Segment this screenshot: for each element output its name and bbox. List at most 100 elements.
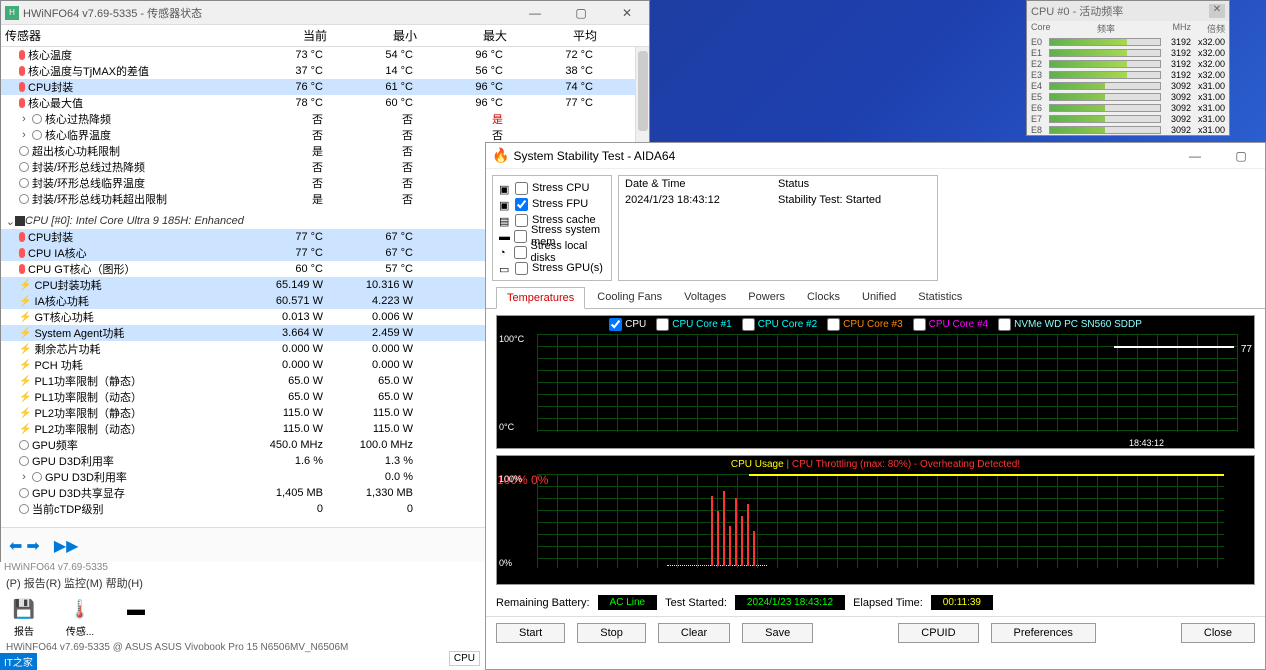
cell-current: 60.571 W bbox=[241, 295, 331, 307]
legend-checkbox[interactable] bbox=[827, 318, 840, 331]
stress-cpu-checkbox[interactable] bbox=[515, 182, 528, 195]
tab-clocks[interactable]: Clocks bbox=[797, 287, 850, 308]
minimize-button[interactable]: — bbox=[1177, 146, 1213, 166]
start-button[interactable]: Start bbox=[496, 623, 565, 643]
col-current[interactable]: 当前 bbox=[245, 27, 335, 44]
cell-current: 450.0 MHz bbox=[241, 439, 331, 451]
sensor-label: 核心最大值 bbox=[28, 95, 83, 111]
legend-checkbox[interactable] bbox=[913, 318, 926, 331]
tab-voltages[interactable]: Voltages bbox=[674, 287, 736, 308]
status-value: Stability Test: Started bbox=[778, 194, 931, 206]
fpu-icon: ▣ bbox=[499, 199, 511, 209]
sensor-row[interactable]: 核心温度 73 °C 54 °C 96 °C 72 °C bbox=[1, 47, 649, 63]
status-header: Status bbox=[778, 178, 931, 190]
legend-item[interactable]: CPU bbox=[609, 318, 646, 331]
maximize-button[interactable]: ▢ bbox=[1223, 146, 1259, 166]
sensor-label: PL1功率限制（静态） bbox=[34, 373, 142, 389]
tab-unified[interactable]: Unified bbox=[852, 287, 906, 308]
sensor-label: 剩余芯片功耗 bbox=[34, 341, 100, 357]
cell-current: 否 bbox=[241, 127, 331, 143]
nav-step-icon[interactable]: ▶▶ bbox=[54, 536, 79, 556]
tab-statistics[interactable]: Statistics bbox=[908, 287, 972, 308]
stress-disk-checkbox[interactable] bbox=[514, 246, 527, 259]
tab-powers[interactable]: Powers bbox=[738, 287, 795, 308]
freq-bar bbox=[1049, 82, 1161, 90]
col-sensor[interactable]: 传感器 bbox=[5, 27, 245, 44]
freq-bar bbox=[1049, 38, 1161, 46]
scrollbar-thumb[interactable] bbox=[638, 51, 648, 131]
legend-label: CPU Core #3 bbox=[843, 319, 902, 330]
sensor-row[interactable]: ›核心过热降频 否 否 是 bbox=[1, 111, 649, 127]
stress-cache-checkbox[interactable] bbox=[515, 214, 528, 227]
disk-icon: ◔ bbox=[499, 247, 510, 257]
stress-gpu-checkbox[interactable] bbox=[515, 262, 528, 275]
sensor-label: CPU封装 bbox=[28, 229, 73, 245]
sensor-row[interactable]: 核心温度与TjMAX的差值 37 °C 14 °C 56 °C 38 °C bbox=[1, 63, 649, 79]
legend-checkbox[interactable] bbox=[656, 318, 669, 331]
sensor-row[interactable]: ›核心临界温度 否 否 否 bbox=[1, 127, 649, 143]
tool-icon: 🌡️ bbox=[64, 597, 96, 621]
cell-current: 76 °C bbox=[241, 81, 331, 93]
clock-icon bbox=[19, 194, 29, 204]
nav-back-icon[interactable]: ⬅ bbox=[9, 536, 22, 556]
legend-checkbox[interactable] bbox=[609, 318, 622, 331]
toolbar-button[interactable]: 💾报告 bbox=[8, 597, 40, 638]
legend-item[interactable]: CPU Core #3 bbox=[827, 318, 902, 331]
aida-titlebar[interactable]: 🔥 System Stability Test - AIDA64 — ▢ bbox=[486, 143, 1265, 169]
legend-item[interactable]: CPU Core #2 bbox=[742, 318, 817, 331]
legend-item[interactable]: CPU Core #4 bbox=[913, 318, 988, 331]
legend-checkbox[interactable] bbox=[998, 318, 1011, 331]
core-mult: x32.00 bbox=[1191, 48, 1225, 58]
tab-temperatures[interactable]: Temperatures bbox=[496, 287, 585, 309]
col-avg[interactable]: 平均 bbox=[515, 27, 605, 44]
chart2-legend: CPU Usage | CPU Throttling (max: 80%) - … bbox=[497, 456, 1254, 473]
menubar[interactable]: (P) 报告(R) 监控(M) 帮助(H) bbox=[0, 573, 490, 593]
cell-min: 否 bbox=[331, 191, 421, 207]
cpu-activity-titlebar[interactable]: CPU #0 - 活动频率 ✕ bbox=[1027, 1, 1229, 21]
cpuid-button[interactable]: CPUID bbox=[898, 623, 978, 643]
close-button[interactable]: ✕ bbox=[1209, 4, 1225, 18]
cell-min: 0.000 W bbox=[331, 359, 421, 371]
toolbar-button[interactable]: ▬ bbox=[120, 597, 152, 638]
freq-bar bbox=[1049, 126, 1161, 134]
tab-cooling-fans[interactable]: Cooling Fans bbox=[587, 287, 672, 308]
clock-icon bbox=[19, 456, 29, 466]
cell-max: 否 bbox=[421, 127, 511, 143]
toolbar-button[interactable]: 🌡️传感... bbox=[64, 597, 96, 638]
stress-mem-checkbox[interactable] bbox=[514, 230, 527, 243]
core-mult: x31.00 bbox=[1191, 114, 1225, 124]
stop-button[interactable]: Stop bbox=[577, 623, 646, 643]
sensor-row[interactable]: CPU封装 76 °C 61 °C 96 °C 74 °C bbox=[1, 79, 649, 95]
minimize-button[interactable]: — bbox=[517, 3, 553, 23]
preferences-button[interactable]: Preferences bbox=[991, 623, 1096, 643]
ylabel-min-left: 0% bbox=[499, 558, 512, 568]
stress-fpu-checkbox[interactable] bbox=[515, 198, 528, 211]
nav-forward-icon[interactable]: ➡ bbox=[26, 536, 39, 556]
maximize-button[interactable]: ▢ bbox=[563, 3, 599, 23]
col-min[interactable]: 最小 bbox=[335, 27, 425, 44]
legend-label: CPU bbox=[625, 319, 646, 330]
ylabel-max: 100°C bbox=[499, 334, 524, 344]
stress-disk-label: Stress local disks bbox=[531, 240, 605, 264]
cpu-activity-title: CPU #0 - 活动频率 bbox=[1031, 3, 1123, 19]
core-mhz: 3192 bbox=[1161, 70, 1191, 80]
legend-item[interactable]: CPU Core #1 bbox=[656, 318, 731, 331]
cell-min: 115.0 W bbox=[331, 423, 421, 435]
cell-min: 67 °C bbox=[331, 231, 421, 243]
hwinfo-titlebar[interactable]: H HWiNFO64 v7.69-5335 - 传感器状态 — ▢ ✕ bbox=[1, 1, 649, 25]
sensor-label: GPU频率 bbox=[32, 437, 78, 453]
cell-min: 2.459 W bbox=[331, 327, 421, 339]
close-button[interactable]: ✕ bbox=[609, 3, 645, 23]
legend-label: CPU Core #1 bbox=[672, 319, 731, 330]
sensor-row[interactable]: 核心最大值 78 °C 60 °C 96 °C 77 °C bbox=[1, 95, 649, 111]
chart-legend: CPU CPU Core #1 CPU Core #2 CPU Core #3 CPU … bbox=[497, 316, 1254, 333]
legend-item[interactable]: NVMe WD PC SN560 SDDP bbox=[998, 318, 1142, 331]
hdr-mult: 倍频 bbox=[1191, 22, 1225, 35]
cell-current: 115.0 W bbox=[241, 407, 331, 419]
clock-icon bbox=[19, 178, 29, 188]
legend-checkbox[interactable] bbox=[742, 318, 755, 331]
col-max[interactable]: 最大 bbox=[425, 27, 515, 44]
clear-button[interactable]: Clear bbox=[658, 623, 730, 643]
close-button[interactable]: Close bbox=[1181, 623, 1255, 643]
save-button[interactable]: Save bbox=[742, 623, 813, 643]
